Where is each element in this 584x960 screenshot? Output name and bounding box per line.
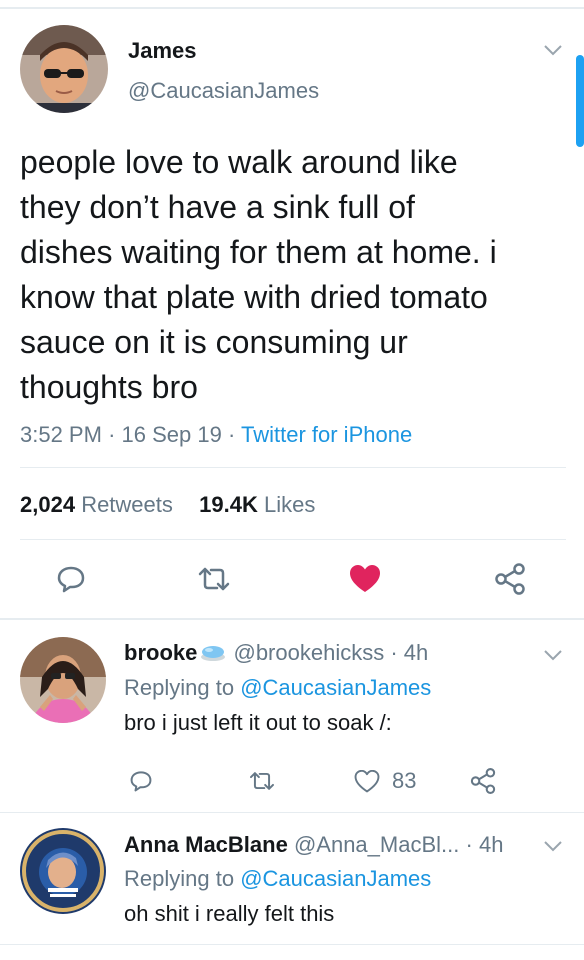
tweet-stats: 2,024 Retweets 19.4K Likes — [20, 492, 315, 518]
retweet-icon[interactable] — [192, 562, 236, 596]
tweet-handle[interactable]: @CaucasianJames — [128, 78, 319, 104]
meta-separator: · — [108, 422, 116, 447]
tweet-date: 16 Sep 19 — [121, 422, 222, 447]
divider — [0, 812, 584, 813]
reply-2-replying: Replying to @CaucasianJames — [124, 866, 431, 892]
reply-handle[interactable]: @Anna_MacBl... — [294, 832, 459, 857]
likes-label: Likes — [264, 492, 316, 517]
retweets-count: 2,024 — [20, 492, 76, 517]
tweet-text-line: sauce on it is consuming ur — [20, 324, 408, 360]
reply-separator: · — [390, 640, 398, 665]
reply-icon[interactable] — [126, 767, 156, 795]
replying-to-link[interactable]: @CaucasianJames — [240, 675, 431, 700]
divider — [20, 467, 566, 468]
tweet-meta: 3:52 PM · 16 Sep 19 · Twitter for iPhone — [20, 422, 412, 448]
share-icon[interactable] — [466, 765, 500, 797]
tweet-text-line: know that plate with dried tomato — [20, 279, 488, 315]
likes-count: 19.4K — [199, 492, 258, 517]
like-count: 83 — [392, 768, 417, 793]
share-icon[interactable] — [490, 560, 530, 598]
tweet-text-line: people love to walk around like — [20, 144, 458, 180]
tweet-time: 3:52 PM — [20, 422, 102, 447]
reply-1-text: bro i just left it out to soak /: — [124, 710, 392, 735]
avatar-anna[interactable] — [20, 828, 106, 914]
tweet-text-line: they don’t have a sink full of — [20, 189, 415, 225]
meta-separator: · — [227, 422, 236, 447]
heart-icon[interactable] — [345, 562, 385, 596]
tweet-source-link[interactable]: Twitter for iPhone — [241, 422, 412, 447]
chevron-down-icon[interactable] — [540, 836, 566, 856]
soap-emoji-icon — [199, 644, 227, 662]
tweet-text-line: dishes waiting for them at home. i — [20, 234, 497, 270]
reply-icon[interactable] — [52, 562, 90, 596]
reply-2-header: Anna MacBlane @Anna_MacBl... · 4h — [124, 832, 503, 858]
divider — [20, 539, 566, 540]
reply-1-header: brooke @brookehickss · 4h — [124, 640, 428, 666]
avatar-james[interactable] — [20, 25, 108, 113]
avatar-brooke[interactable] — [20, 637, 106, 723]
tweet-text-line: thoughts bro — [20, 369, 198, 405]
replying-prefix: Replying to — [124, 866, 235, 891]
retweets-label: Retweets — [81, 492, 173, 517]
reply-separator: · — [465, 832, 473, 857]
reply-display-name[interactable]: Anna MacBlane — [124, 832, 288, 857]
chevron-down-icon[interactable] — [540, 645, 566, 665]
divider — [0, 944, 584, 945]
replying-prefix: Replying to — [124, 675, 235, 700]
divider — [0, 618, 584, 620]
likes-stat[interactable]: 19.4K Likes — [199, 492, 315, 517]
retweet-icon[interactable] — [245, 767, 279, 795]
top-divider — [0, 7, 584, 9]
reply-age[interactable]: 4h — [479, 832, 503, 857]
replying-to-link[interactable]: @CaucasianJames — [240, 866, 431, 891]
like-icon[interactable] — [352, 767, 382, 795]
reply-display-name[interactable]: brooke — [124, 640, 197, 665]
tweet-text: people love to walk around like they don… — [20, 140, 570, 410]
reply-2-text: oh shit i really felt this — [124, 901, 335, 926]
reply-handle[interactable]: @brookehickss — [233, 640, 384, 665]
reply-age[interactable]: 4h — [404, 640, 428, 665]
scrollbar[interactable] — [576, 55, 584, 147]
tweet-display-name[interactable]: James — [128, 38, 197, 64]
chevron-down-icon[interactable] — [540, 40, 566, 60]
reply-1-replying: Replying to @CaucasianJames — [124, 675, 431, 701]
retweets-stat[interactable]: 2,024 Retweets — [20, 492, 173, 517]
